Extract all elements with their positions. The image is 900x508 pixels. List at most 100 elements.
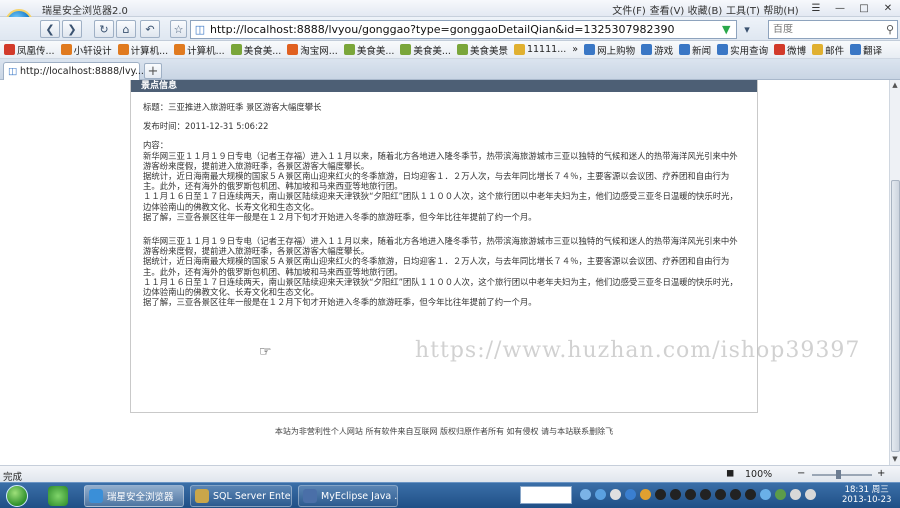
qq-icon[interactable] xyxy=(730,489,741,500)
bookmark-icon xyxy=(850,44,862,55)
menu-file[interactable]: 文件(F) xyxy=(610,2,648,17)
bookmark-item[interactable]: 微博 xyxy=(774,43,806,57)
tab-current[interactable]: ◫ http://localhost:8888/lvy... ✕ xyxy=(3,62,151,80)
bookmark-label: » xyxy=(572,44,579,55)
menu-favorites[interactable]: 收藏(B) xyxy=(686,2,724,17)
favorite-star-button[interactable]: ☆ xyxy=(170,20,187,38)
scroll-thumb[interactable] xyxy=(891,180,900,452)
bookmark-item[interactable]: 翻译 xyxy=(850,43,882,57)
bookmark-item[interactable]: 11111... xyxy=(513,44,566,55)
bookmark-item[interactable]: 新闻 xyxy=(679,43,711,57)
undo-button[interactable]: ↶ xyxy=(140,20,160,38)
navigation-bar: ❮ ❯ ↻ ⌂ ↶ ☆ ◫ ▼ ▾ ⚲ xyxy=(0,17,900,41)
page-zoom-icon[interactable]: ◼ xyxy=(726,468,734,479)
bookmark-icon xyxy=(584,44,596,55)
network-icon[interactable] xyxy=(760,489,771,500)
task-sql-server[interactable]: SQL Server Ente... xyxy=(190,485,292,507)
menu-tools[interactable]: 工具(T) xyxy=(724,2,762,17)
zoom-in-icon[interactable]: + xyxy=(877,468,885,479)
tray-icon[interactable] xyxy=(610,489,621,500)
bookmark-item[interactable]: 游戏 xyxy=(641,43,673,57)
bookmark-label: 计算机... xyxy=(130,45,169,57)
qq-icon[interactable] xyxy=(700,489,711,500)
menu-view[interactable]: 查看(V) xyxy=(648,2,686,17)
tray-icon[interactable] xyxy=(595,489,606,500)
url-input[interactable] xyxy=(210,23,722,36)
bookmark-item[interactable]: 淘宝网... xyxy=(287,43,338,57)
bookmark-item[interactable]: 网上购物 xyxy=(584,43,635,57)
start-button[interactable] xyxy=(6,485,28,507)
refresh-button[interactable]: ↻ xyxy=(94,20,114,38)
tray-icon[interactable] xyxy=(625,489,636,500)
zoom-level[interactable]: 100% xyxy=(745,469,772,480)
zoom-out-icon[interactable]: − xyxy=(797,468,805,479)
vertical-scrollbar[interactable]: ▲ ▼ xyxy=(889,80,900,465)
volume-icon[interactable] xyxy=(790,489,801,500)
search-input[interactable] xyxy=(769,24,865,35)
minimize-button[interactable]: — xyxy=(828,0,852,16)
pinned-app-icon[interactable] xyxy=(48,486,68,506)
tray-icon[interactable] xyxy=(640,489,651,500)
page-icon: ◫ xyxy=(194,23,206,36)
address-bar[interactable]: ◫ ▼ xyxy=(190,20,737,39)
content-line: 据了解，三亚各景区往年一般是在１２月下旬才开始进入冬季的旅游旺季，但今年比往年提… xyxy=(143,211,537,222)
zoom-slider[interactable] xyxy=(812,474,872,476)
bookmark-item[interactable]: 小轩设计 xyxy=(60,43,112,57)
system-clock[interactable]: 18:31 周三 2013-10-23 xyxy=(842,485,891,505)
bookmark-label: 游戏 xyxy=(654,45,674,57)
qq-icon[interactable] xyxy=(670,489,681,500)
scroll-up-icon[interactable]: ▲ xyxy=(890,80,900,91)
address-dropdown-button[interactable]: ▾ xyxy=(740,20,754,38)
home-button[interactable]: ⌂ xyxy=(116,20,136,38)
task-browser[interactable]: 瑞星安全浏览器 xyxy=(84,485,184,507)
refresh-icon: ↻ xyxy=(99,22,109,36)
forward-button[interactable]: ❯ xyxy=(62,20,82,38)
language-bar[interactable] xyxy=(520,486,572,504)
bookmark-item[interactable]: 美食美景 xyxy=(456,43,508,57)
content-line: 新华网三亚１１月１９日专电（记者王存福）进入１１月以来，随着北方各地进入隆冬季节… xyxy=(143,150,738,171)
power-icon[interactable] xyxy=(805,489,816,500)
qq-icon[interactable] xyxy=(715,489,726,500)
panel-title: 景点信息 xyxy=(131,80,757,92)
maximize-button[interactable]: □ xyxy=(852,0,876,16)
bookmark-item[interactable]: 美食美... xyxy=(343,43,394,57)
menu-help[interactable]: 帮助(H) xyxy=(762,2,800,17)
forward-arrow-icon: ❯ xyxy=(67,22,77,36)
search-box[interactable]: ⚲ xyxy=(768,20,898,39)
browser-task-icon xyxy=(89,489,103,503)
back-button[interactable]: ❮ xyxy=(40,20,60,38)
window-controls: ☰ — □ ✕ xyxy=(804,0,900,16)
close-window-button[interactable]: ✕ xyxy=(876,0,900,16)
qq-icon[interactable] xyxy=(745,489,756,500)
content-line: 据了解，三亚各景区往年一般是在１２月下旬才开始进入冬季的旅游旺季，但今年比往年提… xyxy=(143,297,537,308)
bookmark-label: 美食美景 xyxy=(469,45,508,57)
notice-content: 新华网三亚１１月１９日专电（记者王存福）进入１１月以来，随着北方各地进入隆冬季节… xyxy=(143,151,745,308)
search-icon[interactable]: ⚲ xyxy=(886,23,894,36)
zoom-slider-handle[interactable] xyxy=(836,470,841,479)
bookmark-icon xyxy=(287,44,299,55)
security-icon[interactable] xyxy=(775,489,786,500)
qq-icon[interactable] xyxy=(685,489,696,500)
tray-icon[interactable] xyxy=(580,489,591,500)
task-myeclipse[interactable]: MyEclipse Java ... xyxy=(298,485,398,507)
bookmark-label: 新闻 xyxy=(692,45,712,57)
content-label: 内容： xyxy=(143,140,169,151)
bookmark-item[interactable]: » xyxy=(572,44,578,55)
bookmark-label: 实用查询 xyxy=(730,45,769,57)
qq-icon[interactable] xyxy=(655,489,666,500)
bookmark-item[interactable]: 实用查询 xyxy=(717,43,768,57)
bookmark-item[interactable]: 凤凰传... xyxy=(4,43,55,57)
bookmark-icon xyxy=(774,44,786,55)
bookmark-item[interactable]: 美食美... xyxy=(230,43,282,57)
skin-icon[interactable]: ☰ xyxy=(804,0,828,16)
content-paragraph: 新华网三亚１１月１９日专电（记者王存福）进入１１月以来，随着北方各地进入隆冬季节… xyxy=(143,236,745,307)
bookmark-label: 美食美... xyxy=(243,45,282,57)
new-tab-button[interactable]: + xyxy=(144,63,162,79)
content-paragraph: 新华网三亚１１月１９日专电（记者王存福）进入１１月以来，随着北方各地进入隆冬季节… xyxy=(143,151,745,222)
notice-detail-panel: 景点信息 标题：三亚推进入旅游旺季 景区游客大幅度攀长 发布时间：2011-12… xyxy=(130,80,758,413)
bookmark-item[interactable]: 计算机... xyxy=(117,43,169,57)
bookmark-item[interactable]: 邮件 xyxy=(812,43,844,57)
bookmark-item[interactable]: 美食美... xyxy=(400,43,451,57)
bookmark-item[interactable]: 计算机... xyxy=(174,43,225,57)
scroll-down-icon[interactable]: ▼ xyxy=(890,454,900,465)
